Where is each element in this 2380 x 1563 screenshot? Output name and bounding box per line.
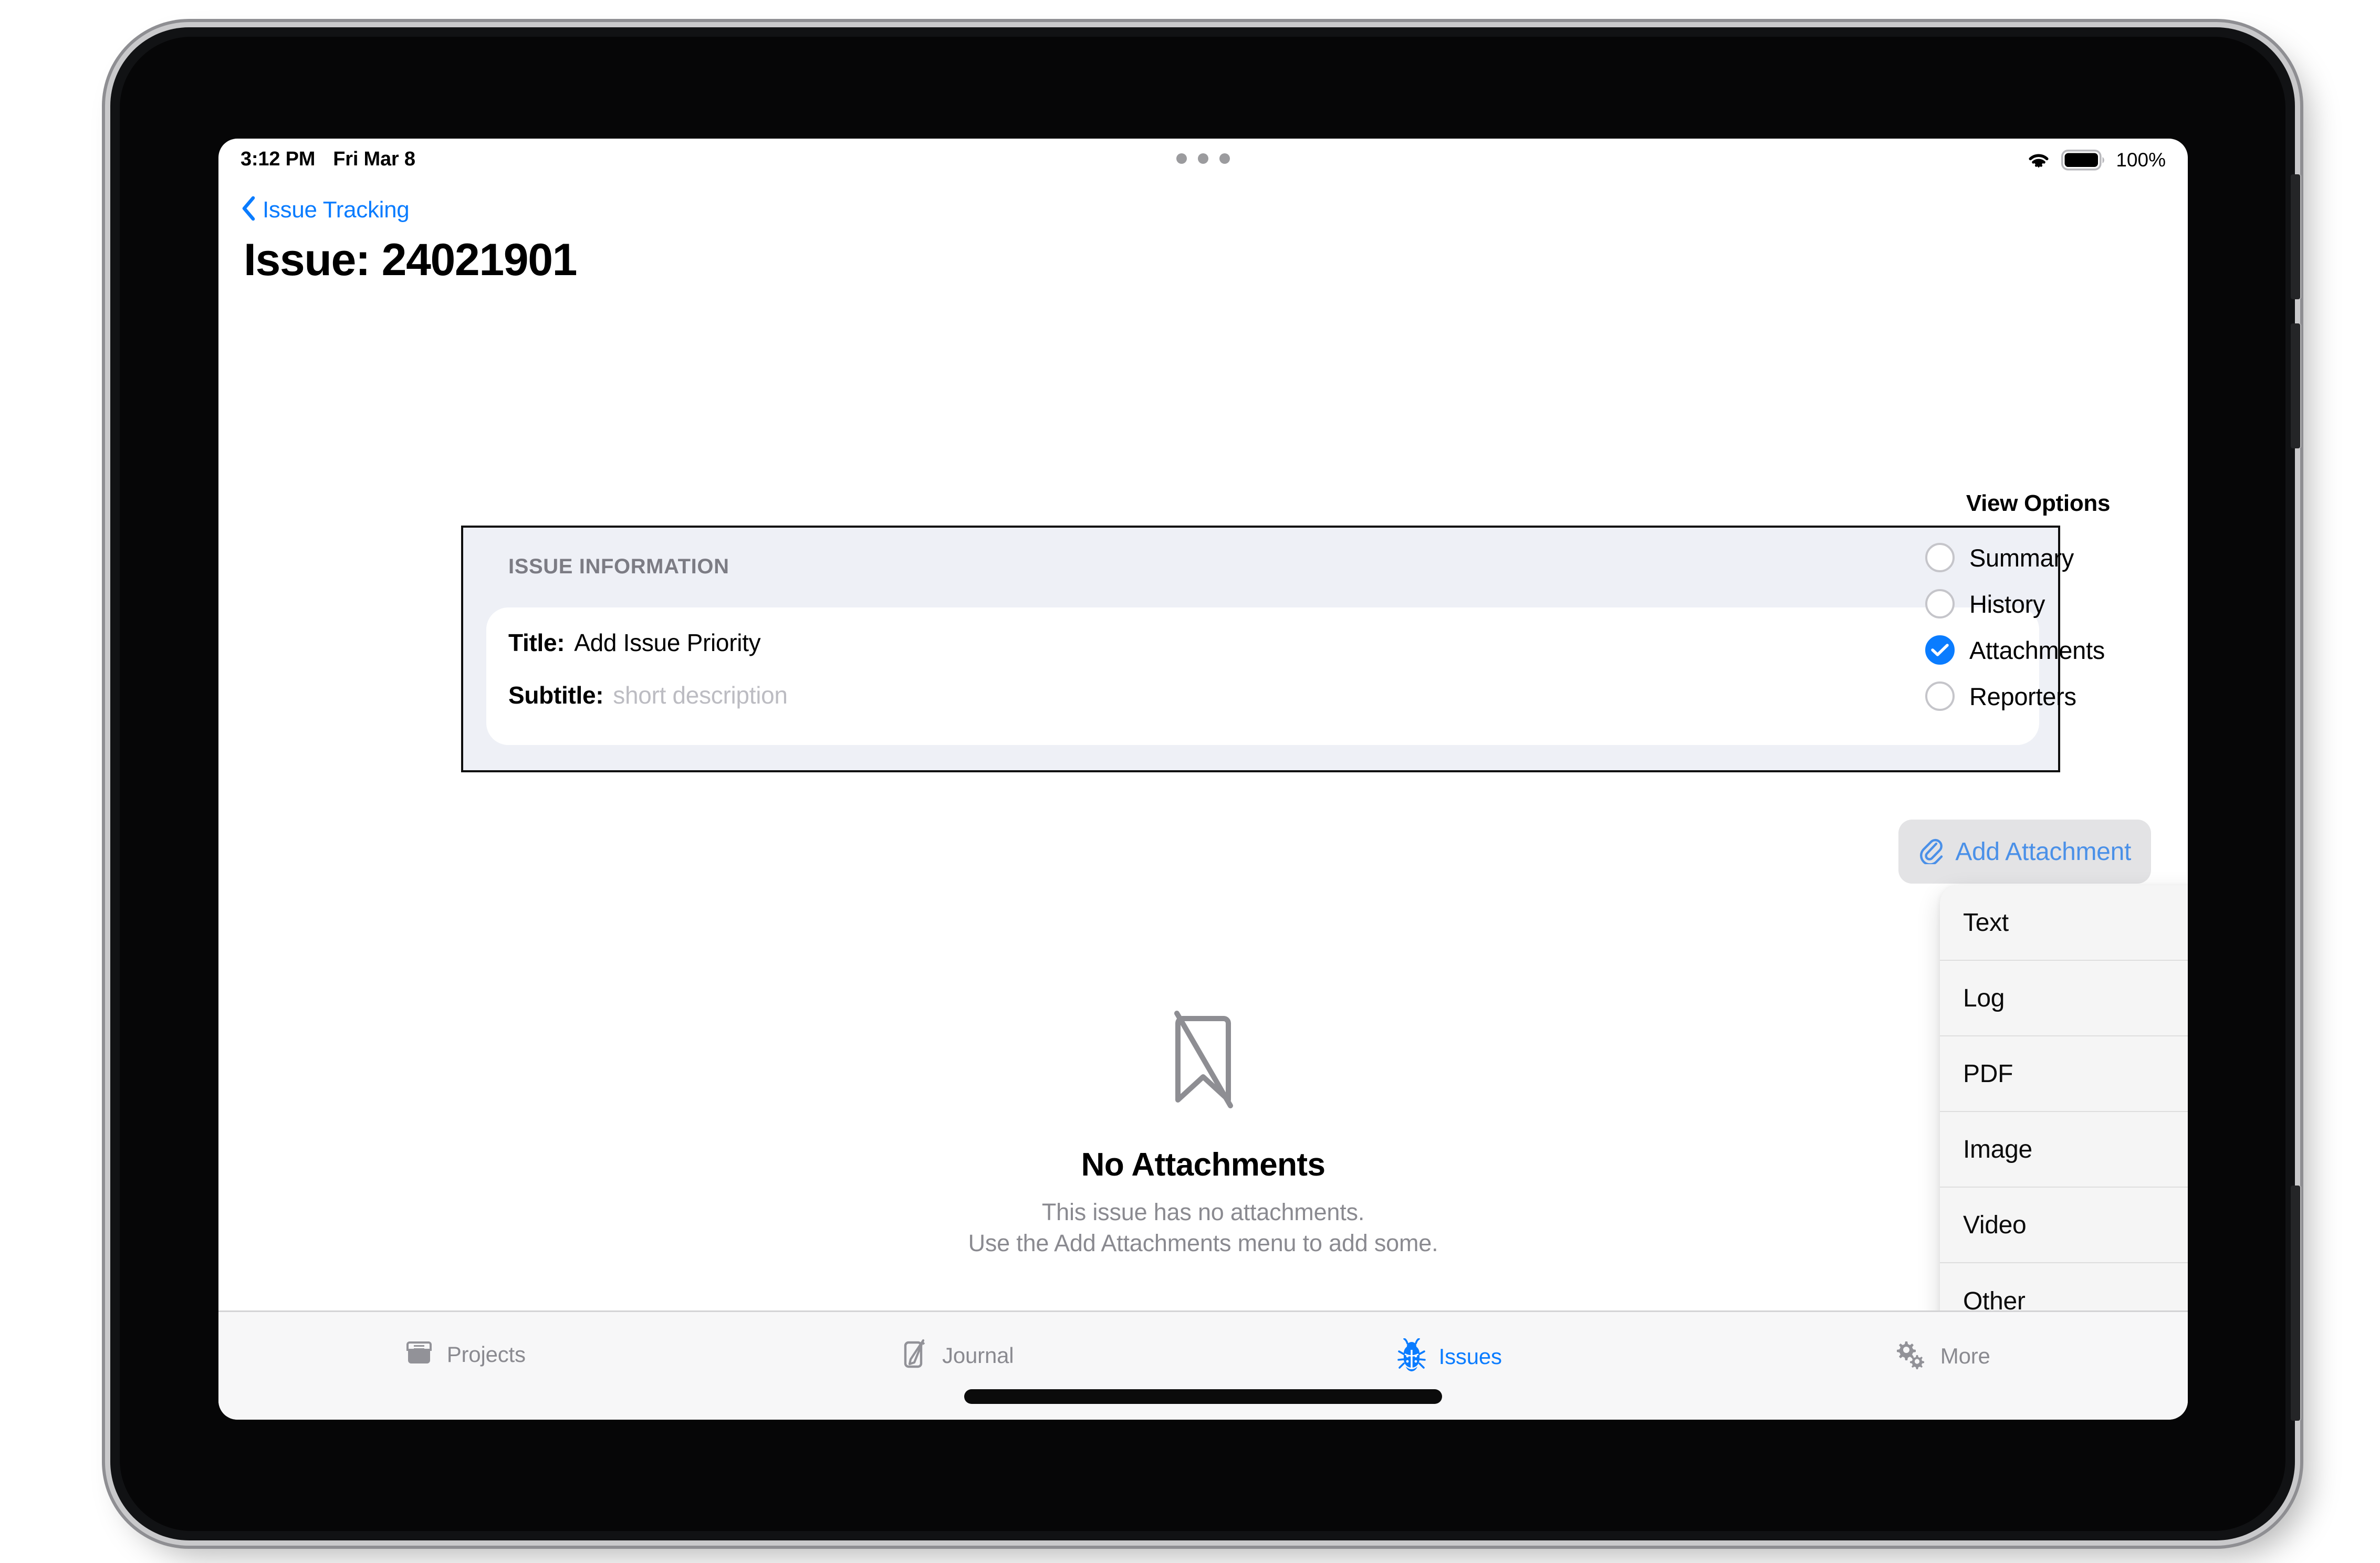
bookmark-slash-icon [1166, 1010, 1240, 1113]
menu-item-label: Video [1963, 1211, 2027, 1239]
menu-item-label: Text [1963, 908, 2009, 937]
page-title: Issue: 24021901 [244, 235, 577, 285]
issue-fields-panel: Title: Add Issue Priority Subtitle: shor… [486, 607, 2039, 745]
view-option-label: Summary [1969, 543, 2074, 572]
status-time: 3:12 PM [241, 148, 316, 170]
bug-icon [1397, 1338, 1426, 1375]
volume-up-button[interactable] [2291, 174, 2300, 299]
paperclip-icon [1918, 837, 1944, 867]
issue-title-row: Title: Add Issue Priority [508, 628, 761, 657]
radio-checked-icon [1925, 635, 1955, 665]
menu-item-text[interactable]: Text [1940, 885, 2188, 961]
multitask-dots-icon[interactable] [1176, 153, 1230, 164]
status-bar-right: 100% [2026, 149, 2166, 171]
issue-subtitle-row: Subtitle: short description [508, 681, 788, 709]
dot [1219, 153, 1230, 164]
back-button-label: Issue Tracking [263, 196, 410, 223]
home-indicator[interactable] [964, 1389, 1442, 1404]
tab-label: Journal [942, 1342, 1014, 1368]
issue-title-label: Title: [508, 629, 565, 656]
view-options-title: View Options [1966, 490, 2111, 516]
radio-circle-icon [1925, 681, 1955, 711]
menu-item-log[interactable]: Log [1940, 961, 2188, 1036]
battery-full-icon [2061, 150, 2106, 171]
status-bar-left: 3:12 PM Fri Mar 8 [241, 148, 415, 171]
menu-item-video[interactable]: Video [1940, 1188, 2188, 1263]
empty-state-line-2: Use the Add Attachments menu to add some… [968, 1229, 1438, 1256]
empty-state-title: No Attachments [1081, 1147, 1325, 1183]
issue-information-card: ISSUE INFORMATION Title: Add Issue Prior… [461, 526, 2060, 772]
compose-icon [900, 1338, 930, 1372]
view-options-panel: View Options Summary History Attachments… [1925, 490, 2151, 719]
status-date: Fri Mar 8 [333, 148, 415, 170]
view-option-reporters[interactable]: Reporters [1925, 673, 2151, 719]
view-option-history[interactable]: History [1925, 581, 2151, 627]
tab-journal[interactable]: Journal [711, 1312, 1204, 1372]
view-option-summary[interactable]: Summary [1925, 534, 2151, 581]
tab-projects[interactable]: Projects [218, 1312, 711, 1370]
power-button[interactable] [2291, 1186, 2300, 1421]
tab-bar: Projects Journal Issues More [218, 1310, 2188, 1420]
view-option-label: History [1969, 590, 2045, 618]
menu-item-label: PDF [1963, 1060, 2013, 1088]
tab-more[interactable]: More [1696, 1312, 2188, 1373]
add-attachment-label: Add Attachment [1955, 837, 2131, 866]
radio-circle-icon [1925, 589, 1955, 618]
view-option-attachments[interactable]: Attachments [1925, 627, 2151, 673]
empty-state-line-1: This issue has no attachments. [1041, 1199, 1365, 1225]
menu-item-label: Log [1963, 984, 2005, 1012]
tab-label: More [1940, 1343, 1990, 1368]
device-screen: 3:12 PM Fri Mar 8 100% Issue Tracking Is… [218, 139, 2188, 1420]
view-option-label: Attachments [1969, 636, 2105, 664]
status-bar: 3:12 PM Fri Mar 8 100% [218, 139, 2188, 185]
chevron-left-icon [241, 195, 256, 224]
issue-subtitle-input[interactable]: short description [613, 681, 788, 709]
view-option-label: Reporters [1969, 682, 2076, 710]
empty-state: No Attachments This issue has no attachm… [218, 1010, 2188, 1258]
tab-label: Projects [446, 1341, 526, 1367]
battery-percent: 100% [2116, 149, 2166, 171]
issue-information-header: ISSUE INFORMATION [508, 555, 729, 578]
menu-item-image[interactable]: Image [1940, 1112, 2188, 1188]
tab-issues[interactable]: Issues [1203, 1312, 1696, 1375]
issue-title-input[interactable]: Add Issue Priority [574, 628, 760, 657]
radio-circle-icon [1925, 543, 1955, 572]
menu-item-label: Image [1963, 1135, 2032, 1163]
menu-item-pdf[interactable]: PDF A [1940, 1036, 2188, 1112]
add-attachment-button[interactable]: Add Attachment [1898, 820, 2151, 884]
tray-icon [404, 1338, 434, 1370]
volume-down-button[interactable] [2291, 323, 2300, 448]
dot [1198, 153, 1208, 164]
dot [1176, 153, 1187, 164]
tab-label: Issues [1438, 1344, 1502, 1369]
gears-icon [1893, 1338, 1928, 1373]
wifi-icon [2026, 150, 2052, 170]
issue-subtitle-label: Subtitle: [508, 681, 604, 709]
attachment-type-menu: Text Log PDF Image Video Other [1940, 885, 2188, 1339]
back-button[interactable]: Issue Tracking [241, 195, 410, 224]
